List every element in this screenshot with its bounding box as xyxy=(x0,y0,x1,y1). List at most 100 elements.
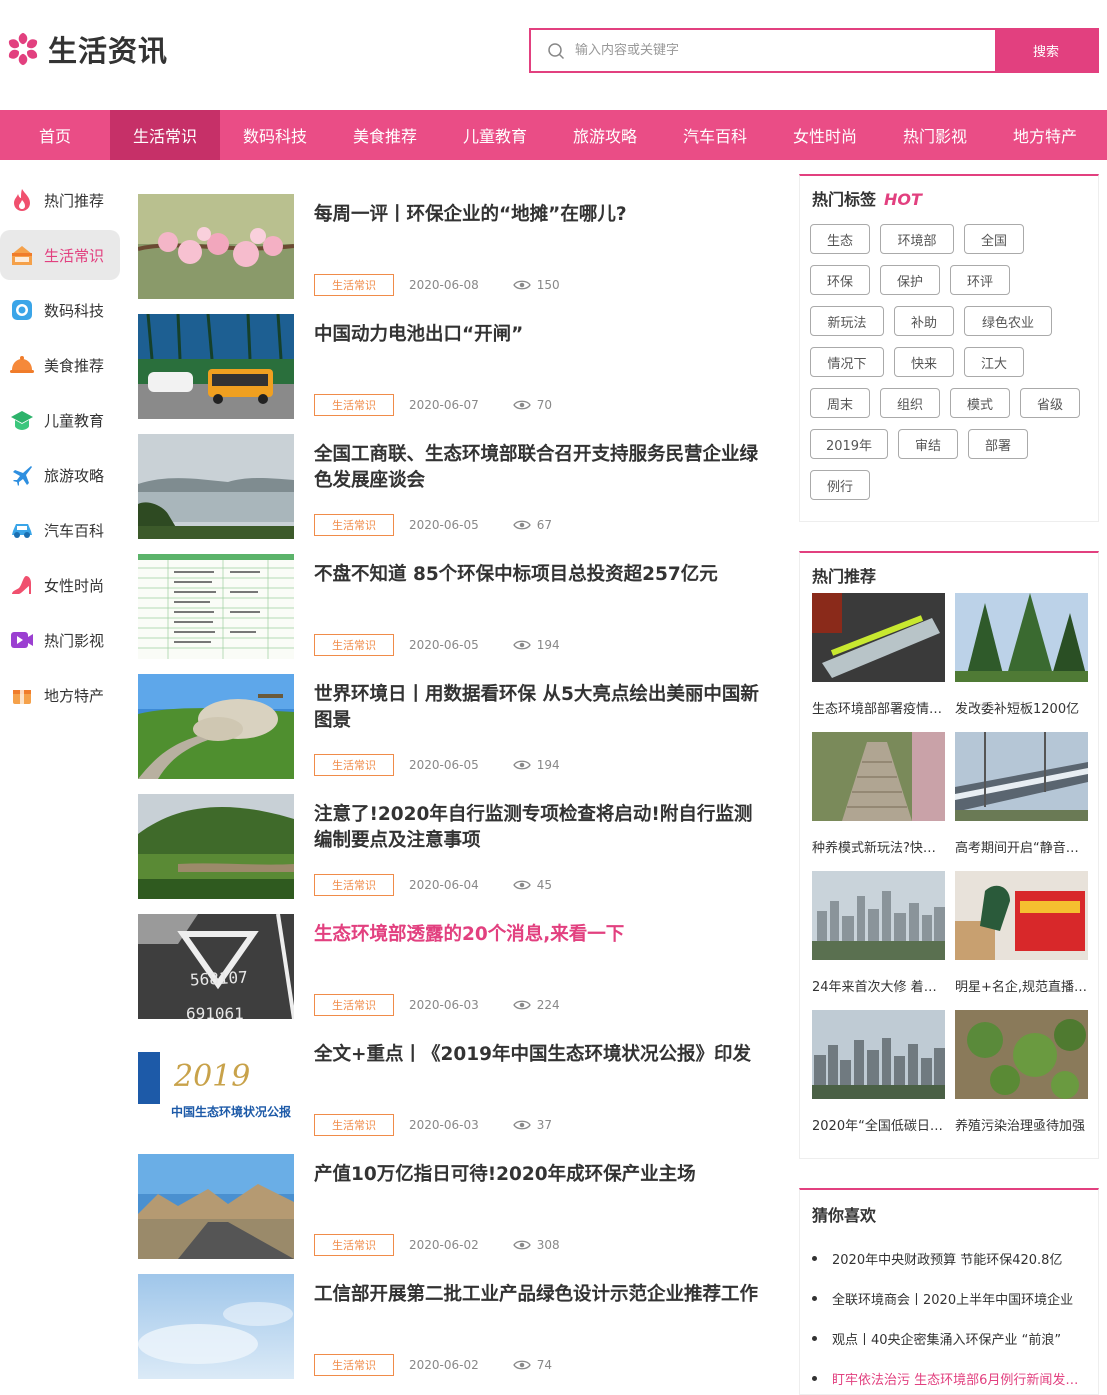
article-title[interactable]: 全国工商联、生态环境部联合召开支持服务民营企业绿色发展座谈会 xyxy=(314,442,769,494)
nav-item-travel[interactable]: 旅游攻略 xyxy=(550,110,660,160)
tag-item[interactable]: 新玩法 xyxy=(810,306,884,336)
guess-item[interactable]: 2020年中央财政预算 节能环保420.8亿 xyxy=(812,1238,1098,1278)
article-item: 工信部开展第二批工业产品绿色设计示范企业推荐工作 生活常识 2020-06-02… xyxy=(138,1274,778,1394)
tag-item[interactable]: 情况下 xyxy=(810,347,884,377)
article-meta: 生活常识 2020-06-05 194 xyxy=(314,754,560,776)
nav-item-digital-tech[interactable]: 数码科技 xyxy=(220,110,330,160)
guess-item[interactable]: 全联环境商会丨2020上半年中国环境企业 xyxy=(812,1278,1098,1318)
tag-item[interactable]: 部署 xyxy=(968,429,1028,459)
search-button[interactable]: 搜索 xyxy=(995,30,1097,71)
tag-item[interactable]: 例行 xyxy=(810,470,870,500)
article-title[interactable]: 每周一评丨环保企业的“地摊”在哪儿? xyxy=(314,202,769,228)
nav-item-home[interactable]: 首页 xyxy=(0,110,110,160)
article-title[interactable]: 注意了!2020年自行监测专项检查将启动!附自行监测编制要点及注意事项 xyxy=(314,802,769,854)
sidebar-item-food[interactable]: 美食推荐 xyxy=(0,340,120,390)
article-category-tag[interactable]: 生活常识 xyxy=(314,874,394,896)
recommend-item[interactable]: 24年来首次大修 着重保护 xyxy=(812,871,945,1010)
tag-item[interactable]: 快来 xyxy=(894,347,954,377)
sidebar-item-life-tips[interactable]: 生活常识 xyxy=(0,230,120,280)
article-thumbnail-blossom[interactable] xyxy=(138,194,294,299)
article-category-tag[interactable]: 生活常识 xyxy=(314,754,394,776)
nav-item-food[interactable]: 美食推荐 xyxy=(330,110,440,160)
tag-item[interactable]: 省级 xyxy=(1020,388,1080,418)
article-title[interactable]: 不盘不知道 85个环保中标项目总投资超257亿元 xyxy=(314,562,769,588)
article-date: 2020-06-02 xyxy=(409,1358,479,1372)
article-thumbnail-garden[interactable] xyxy=(138,674,294,779)
article-item: 568107 691061 生态环境部透露的20个消息,来看一下 生活常识 202… xyxy=(138,914,778,1034)
recommend-item[interactable]: 2020年“全国低碳日”主题 xyxy=(812,1010,945,1149)
recommend-item[interactable]: 发改委补短板1200亿 xyxy=(955,593,1088,732)
article-title[interactable]: 世界环境日丨用数据看环保 从5大亮点绘出美丽中国新图景 xyxy=(314,682,769,734)
sidebar-item-movies[interactable]: 热门影视 xyxy=(0,615,120,665)
tag-item[interactable]: 环评 xyxy=(950,265,1010,295)
tag-item[interactable]: 环保 xyxy=(810,265,870,295)
sidebar-item-auto[interactable]: 汽车百科 xyxy=(0,505,120,555)
guess-list: 2020年中央财政预算 节能环保420.8亿 全联环境商会丨2020上半年中国环… xyxy=(800,1230,1098,1395)
search-input[interactable] xyxy=(575,43,955,58)
article-item: 注意了!2020年自行监测专项检查将启动!附自行监测编制要点及注意事项 生活常识… xyxy=(138,794,778,914)
article-thumbnail-desert-road[interactable] xyxy=(138,1154,294,1259)
house-icon xyxy=(10,243,34,267)
sidebar-item-fashion[interactable]: 女性时尚 xyxy=(0,560,120,610)
article-date: 2020-06-03 xyxy=(409,1118,479,1132)
article-category-tag[interactable]: 生活常识 xyxy=(314,274,394,296)
article-title[interactable]: 中国动力电池出口“开闸” xyxy=(314,322,769,348)
sidebar-item-travel[interactable]: 旅游攻略 xyxy=(0,450,120,500)
nav-item-life-tips[interactable]: 生活常识 xyxy=(110,110,220,160)
article-thumbnail-table[interactable] xyxy=(138,554,294,659)
tag-item[interactable]: 模式 xyxy=(950,388,1010,418)
article-title[interactable]: 产值10万亿指日可待!2020年成环保产业主场 xyxy=(314,1162,769,1188)
article-category-tag[interactable]: 生活常识 xyxy=(314,1114,394,1136)
article-thumbnail-report[interactable]: 2019 中国生态环境状况公报 xyxy=(138,1034,294,1139)
recommend-item[interactable]: 生态环境部部署疫情防控 xyxy=(812,593,945,732)
nav-item-auto[interactable]: 汽车百科 xyxy=(660,110,770,160)
site-logo[interactable]: 生活资讯 xyxy=(4,28,168,70)
article-category-tag[interactable]: 生活常识 xyxy=(314,634,394,656)
sidebar-item-education[interactable]: 儿童教育 xyxy=(0,395,120,445)
recommend-item[interactable]: 养殖污染治理亟待加强 xyxy=(955,1010,1088,1149)
article-category-tag[interactable]: 生活常识 xyxy=(314,994,394,1016)
article-category-tag[interactable]: 生活常识 xyxy=(314,1354,394,1376)
tag-item[interactable]: 生态 xyxy=(810,224,870,254)
hot-tags-title: 热门标签 HOT xyxy=(800,176,1098,216)
tag-item[interactable]: 绿色农业 xyxy=(964,306,1052,336)
tag-item[interactable]: 全国 xyxy=(964,224,1024,254)
tag-item[interactable]: 审结 xyxy=(898,429,958,459)
tag-item[interactable]: 2019年 xyxy=(810,429,888,459)
article-title[interactable]: 工信部开展第二批工业产品绿色设计示范企业推荐工作 xyxy=(314,1282,769,1308)
recommend-item[interactable]: 种养模式新玩法?快来看 xyxy=(812,732,945,871)
article-thumbnail-hills[interactable] xyxy=(138,794,294,899)
article-thumbnail-lake[interactable] xyxy=(138,434,294,539)
sidebar-item-hot[interactable]: 热门推荐 xyxy=(0,175,120,225)
tag-item[interactable]: 周末 xyxy=(810,388,870,418)
tag-item[interactable]: 保护 xyxy=(880,265,940,295)
article-meta: 生活常识 2020-06-05 67 xyxy=(314,514,552,536)
recommend-image-train xyxy=(955,732,1088,821)
article-title[interactable]: 生态环境部透露的20个消息,来看一下 xyxy=(314,922,769,948)
nav-item-kids-education[interactable]: 儿童教育 xyxy=(440,110,550,160)
guess-item[interactable]: 盯牢依法治污 生态环境部6月例行新闻发布会 xyxy=(812,1358,1098,1395)
sidebar: 热门推荐 生活常识 数码科技 美食推荐 儿童教育 旅游攻略 汽车百科 女性时尚 … xyxy=(0,175,120,725)
article-category-tag[interactable]: 生活常识 xyxy=(314,1234,394,1256)
guess-item[interactable]: 观点丨40央企密集涌入环保产业 “前浪” xyxy=(812,1318,1098,1358)
nav-item-movies[interactable]: 热门影视 xyxy=(880,110,990,160)
article-category-tag[interactable]: 生活常识 xyxy=(314,514,394,536)
tag-item[interactable]: 环境部 xyxy=(880,224,954,254)
recommend-item[interactable]: 明星+名企,规范直播带货 xyxy=(955,871,1088,1010)
tag-item[interactable]: 江大 xyxy=(964,347,1024,377)
nav-item-local-specialty[interactable]: 地方特产 xyxy=(990,110,1100,160)
sidebar-item-local[interactable]: 地方特产 xyxy=(0,670,120,720)
sidebar-item-digital[interactable]: 数码科技 xyxy=(0,285,120,335)
recommend-image-trees xyxy=(955,593,1088,682)
nav-item-women-fashion[interactable]: 女性时尚 xyxy=(770,110,880,160)
article-category-tag[interactable]: 生活常识 xyxy=(314,394,394,416)
recommend-caption: 明星+名企,规范直播带货 xyxy=(955,980,1088,995)
article-thumbnail-parking[interactable]: 568107 691061 xyxy=(138,914,294,1019)
article-title[interactable]: 全文+重点丨《2019年中国生态环境状况公报》印发 xyxy=(314,1042,769,1068)
article-thumbnail-sky[interactable] xyxy=(138,1274,294,1379)
recommend-item[interactable]: 高考期间开启“静音模式” xyxy=(955,732,1088,871)
tag-item[interactable]: 补助 xyxy=(894,306,954,336)
thumbnail-plate-text-2: 691061 xyxy=(186,1004,244,1019)
article-thumbnail-golf-cart[interactable] xyxy=(138,314,294,419)
tag-item[interactable]: 组织 xyxy=(880,388,940,418)
